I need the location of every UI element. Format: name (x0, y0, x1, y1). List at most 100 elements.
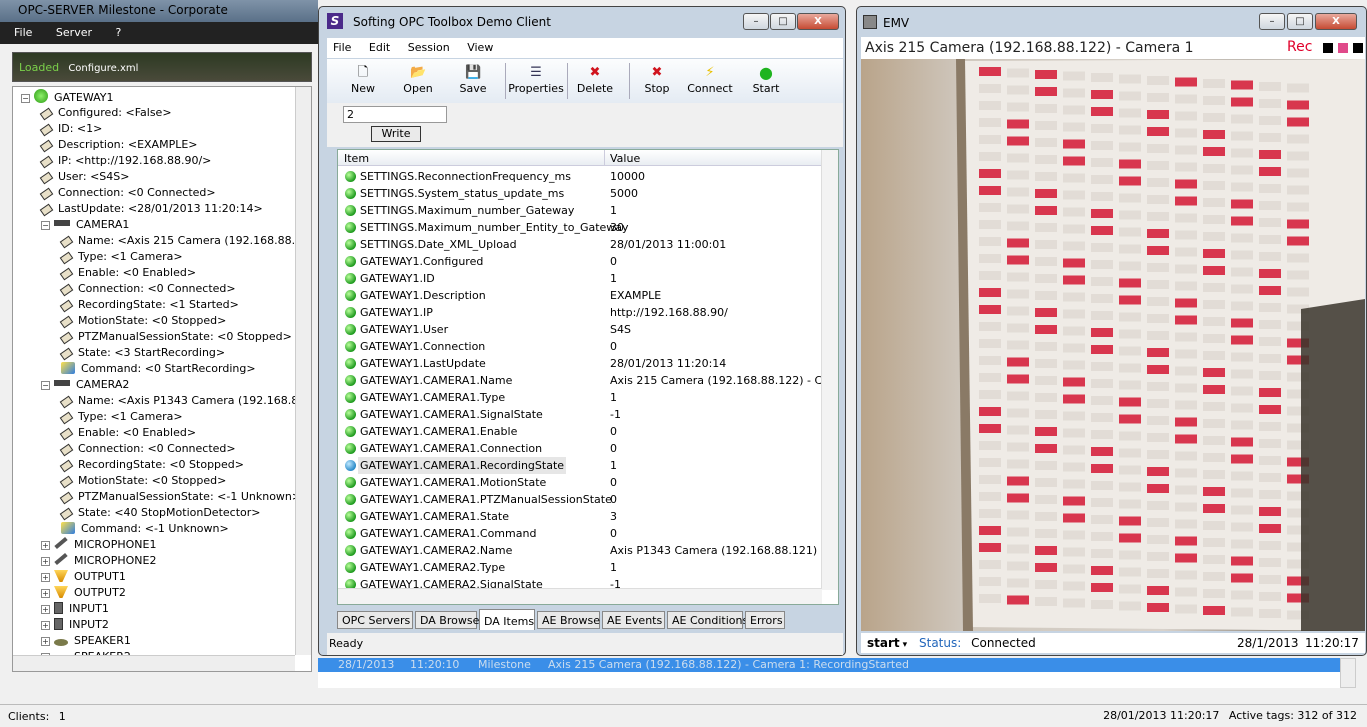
table-row[interactable]: SETTINGS.Maximum_number_Gateway 1 (338, 202, 822, 219)
tree-node[interactable]: Command: <0 StartRecording> (61, 361, 256, 377)
tree-node[interactable]: Name: <Axis P1343 Camera (192.168.88.1 (59, 393, 311, 409)
tree-node[interactable]: − CAMERA2 (41, 377, 129, 393)
tree-node[interactable]: User: <S4S> (39, 169, 129, 185)
table-row[interactable]: GATEWAY1.CAMERA1.PTZManualSessionState 0 (338, 491, 822, 508)
table-row[interactable]: GATEWAY1.CAMERA1.MotionState 0 (338, 474, 822, 491)
emv-maximize-button[interactable]: □ (1287, 13, 1313, 30)
tab-ae-events[interactable]: AE Events (602, 611, 665, 629)
tree-node[interactable]: Type: <1 Camera> (59, 249, 183, 265)
table-row[interactable]: GATEWAY1.Connection 0 (338, 338, 822, 355)
tree-node[interactable]: Connection: <0 Connected> (59, 441, 236, 457)
event-log-row[interactable]: 28/1/2013 11:20:10 Milestone Axis 215 Ca… (318, 658, 1340, 672)
menu-help[interactable]: ? (116, 26, 122, 39)
expand-icon[interactable]: + (41, 637, 50, 646)
tree-node[interactable]: State: <40 StopMotionDetector> (59, 505, 260, 521)
tab-da-browse[interactable]: DA Browse (415, 611, 479, 629)
tab-errors[interactable]: Errors (745, 611, 785, 629)
opc-close-button[interactable]: X (797, 13, 839, 30)
table-row[interactable]: GATEWAY1.CAMERA2.Type 1 (338, 559, 822, 576)
tree-node[interactable]: + MICROPHONE1 (41, 536, 156, 553)
table-row[interactable]: GATEWAY1.CAMERA1.Name Axis 215 Camera (19… (338, 372, 822, 389)
record-square-icon[interactable] (1338, 43, 1348, 53)
emv-close-button[interactable]: X (1315, 13, 1357, 30)
tree-node[interactable]: Command: <-1 Unknown> (61, 521, 229, 537)
expand-icon[interactable]: + (41, 605, 50, 614)
table-row[interactable]: GATEWAY1.ID 1 (338, 270, 822, 287)
tree-node[interactable]: MotionState: <0 Stopped> (59, 313, 226, 329)
table-row[interactable]: GATEWAY1.IP http://192.168.88.90/ (338, 304, 822, 321)
tree-node[interactable]: LastUpdate: <28/01/2013 11:20:14> (39, 201, 263, 217)
tree-node[interactable]: Connection: <0 Connected> (39, 185, 216, 201)
tree-node[interactable]: + INPUT1 (41, 601, 109, 617)
connect-button[interactable]: ⚡ Connect (682, 65, 738, 95)
table-row[interactable]: GATEWAY1.CAMERA1.Enable 0 (338, 423, 822, 440)
start-button[interactable]: ● Start (738, 65, 794, 96)
table-row[interactable]: SETTINGS.System_status_update_ms 5000 (338, 185, 822, 202)
tree-vertical-scrollbar[interactable] (295, 87, 311, 655)
tab-ae-conditions[interactable]: AE Conditions (667, 611, 748, 629)
table-row[interactable]: GATEWAY1.Description EXAMPLE (338, 287, 822, 304)
table-row[interactable]: GATEWAY1.CAMERA1.Connection 0 (338, 440, 822, 457)
menu-file[interactable]: File (14, 26, 32, 39)
tree-node[interactable]: PTZManualSessionState: <0 Stopped> (59, 329, 292, 345)
tree-node[interactable]: Enable: <0 Enabled> (59, 425, 196, 441)
table-row[interactable]: GATEWAY1.Configured 0 (338, 253, 822, 270)
opc-minimize-button[interactable]: – (743, 13, 769, 30)
grid-vertical-scrollbar[interactable] (821, 150, 838, 590)
tab-opc-servers[interactable]: OPC Servers (337, 611, 413, 629)
collapse-icon[interactable]: − (21, 94, 30, 103)
emv-minimize-button[interactable]: – (1259, 13, 1285, 30)
stop-square-icon[interactable] (1323, 43, 1333, 53)
tree-node[interactable]: RecordingState: <1 Started> (59, 297, 239, 313)
expand-icon[interactable]: + (41, 541, 50, 550)
tree-node[interactable]: + SPEAKER1 (41, 633, 131, 649)
tree-node[interactable]: + MICROPHONE2 (41, 552, 156, 569)
opc-menu-view[interactable]: View (467, 41, 493, 54)
tab-da-items[interactable]: DA Items (479, 609, 535, 630)
gateway-tree[interactable]: − GATEWAY1 Configured: <False> ID: <1> Descr… (12, 86, 312, 672)
tree-node[interactable]: ID: <1> (39, 121, 102, 137)
table-row[interactable]: GATEWAY1.CAMERA1.SignalState -1 (338, 406, 822, 423)
tree-node[interactable]: − CAMERA1 (41, 217, 129, 233)
menu-server[interactable]: Server (56, 26, 92, 39)
opc-menu-edit[interactable]: Edit (369, 41, 390, 54)
expand-icon[interactable]: + (41, 573, 50, 582)
tree-node[interactable]: + INPUT2 (41, 617, 109, 633)
table-row[interactable]: SETTINGS.Maximum_number_Entity_to_Gatewa… (338, 219, 822, 236)
table-row[interactable]: GATEWAY1.CAMERA1.RecordingState 1 (338, 457, 822, 474)
tree-node[interactable]: Configured: <False> (39, 105, 172, 121)
tree-horizontal-scrollbar[interactable] (13, 655, 295, 671)
tree-node[interactable]: Enable: <0 Enabled> (59, 265, 196, 281)
opc-maximize-button[interactable]: □ (770, 13, 796, 30)
tree-node[interactable]: + OUTPUT2 (41, 585, 126, 601)
tree-node[interactable]: IP: <http://192.168.88.90/> (39, 153, 211, 169)
tree-node[interactable]: PTZManualSessionState: <-1 Unknown> (59, 489, 301, 505)
expand-icon[interactable]: + (41, 557, 50, 566)
table-row[interactable]: SETTINGS.ReconnectionFrequency_ms 10000 (338, 168, 822, 185)
expand-icon[interactable]: + (41, 621, 50, 630)
tree-node[interactable]: Type: <1 Camera> (59, 409, 183, 425)
save-button[interactable]: 💾 Save (445, 65, 501, 95)
da-items-grid[interactable]: Item Value SETTINGS.ReconnectionFrequenc… (337, 149, 839, 605)
opc-menu-file[interactable]: File (333, 41, 351, 54)
tree-node[interactable]: − GATEWAY1 (21, 89, 114, 105)
column-header-item[interactable]: Item (344, 152, 369, 165)
grid-horizontal-scrollbar[interactable] (338, 588, 822, 604)
tree-node[interactable]: Name: <Axis 215 Camera (192.168.88.122 (59, 233, 311, 249)
stop-button[interactable]: ✖ Stop (629, 65, 685, 95)
table-row[interactable]: SETTINGS.Date_XML_Upload 28/01/2013 11:00… (338, 236, 822, 253)
opc-menu-session[interactable]: Session (408, 41, 450, 54)
tree-node[interactable]: + OUTPUT1 (41, 569, 126, 585)
column-header-value[interactable]: Value (610, 152, 640, 165)
camera-video-feed[interactable] (861, 59, 1365, 631)
table-row[interactable]: GATEWAY1.CAMERA1.Command 0 (338, 525, 822, 542)
tree-node[interactable]: State: <3 StartRecording> (59, 345, 225, 361)
properties-button[interactable]: ☰ Properties (505, 65, 567, 95)
table-row[interactable]: GATEWAY1.CAMERA1.State 3 (338, 508, 822, 525)
tree-node[interactable]: RecordingState: <0 Stopped> (59, 457, 244, 473)
stop-square-icon[interactable] (1353, 43, 1363, 53)
tree-node[interactable]: Description: <EXAMPLE> (39, 137, 198, 153)
tab-ae-browse[interactable]: AE Browse (537, 611, 600, 629)
event-log-scrollbar[interactable] (1340, 658, 1356, 688)
table-row[interactable]: GATEWAY1.LastUpdate 28/01/2013 11:20:14 (338, 355, 822, 372)
